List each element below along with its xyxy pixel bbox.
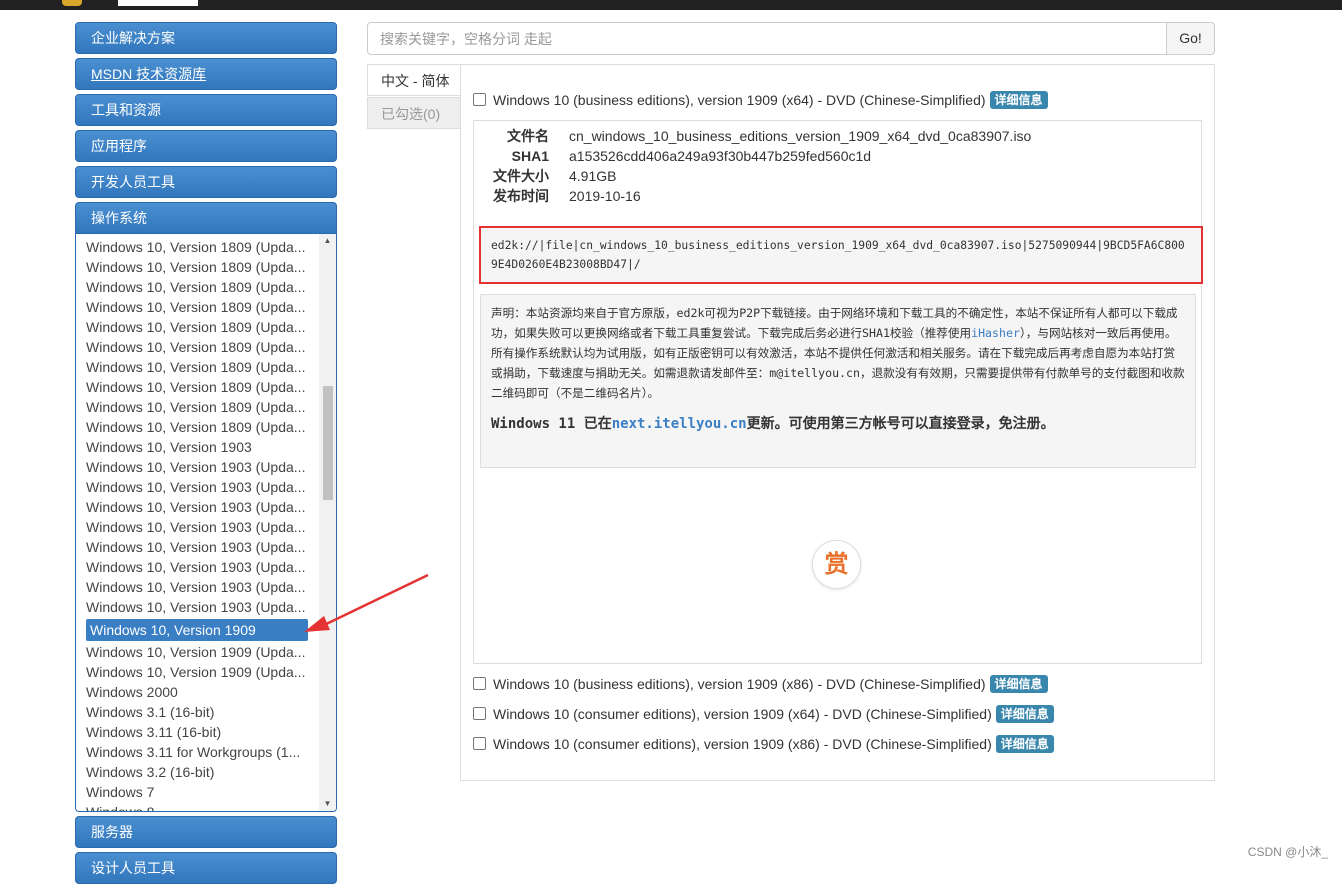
os-item[interactable]: Windows 10, Version 1903 (Upda... bbox=[76, 457, 318, 477]
menu-servers[interactable]: 服务器 bbox=[75, 816, 337, 848]
file-checkbox[interactable] bbox=[473, 707, 486, 720]
os-item[interactable]: Windows 10, Version 1809 (Upda... bbox=[76, 317, 318, 337]
menu-tools-resources[interactable]: 工具和资源 bbox=[75, 94, 337, 126]
os-item[interactable]: Windows 10, Version 1809 (Upda... bbox=[76, 417, 318, 437]
os-item[interactable]: Windows 3.11 (16-bit) bbox=[76, 722, 318, 742]
file-name[interactable]: Windows 10 (consumer editions), version … bbox=[493, 736, 992, 752]
os-item[interactable]: Windows 10, Version 1809 (Upda... bbox=[76, 397, 318, 417]
disclaimer-text: 声明：本站资源均来自于官方原版，ed2k可视为P2P下载链接。由于网络环境和下载… bbox=[491, 303, 1185, 403]
os-item[interactable]: Windows 10, Version 1903 (Upda... bbox=[76, 537, 318, 557]
details-badge-button[interactable]: 详细信息 bbox=[990, 675, 1048, 693]
os-item[interactable]: Windows 10, Version 1903 (Upda... bbox=[76, 577, 318, 597]
os-item[interactable]: Windows 10, Version 1809 (Upda... bbox=[76, 337, 318, 357]
filename-label: 文件名 bbox=[490, 126, 549, 146]
os-item[interactable]: Windows 10, Version 1903 bbox=[76, 437, 318, 457]
os-item[interactable]: Windows 3.1 (16-bit) bbox=[76, 702, 318, 722]
os-item-active[interactable]: Windows 10, Version 1909 bbox=[86, 619, 308, 641]
site-logo-text[interactable] bbox=[118, 0, 198, 6]
os-item[interactable]: Windows 10, Version 1809 (Upda... bbox=[76, 377, 318, 397]
file-row: Windows 10 (consumer editions), version … bbox=[473, 703, 1054, 725]
top-navbar bbox=[0, 0, 1342, 10]
os-item[interactable]: Windows 10, Version 1909 (Upda... bbox=[76, 662, 318, 682]
file-row: Windows 10 (business editions), version … bbox=[473, 673, 1048, 695]
os-item[interactable]: Windows 3.11 for Workgroups (1... bbox=[76, 742, 318, 762]
go-button[interactable]: Go! bbox=[1166, 22, 1215, 55]
watermark: CSDN @小沐_ bbox=[1248, 843, 1328, 860]
file-row: Windows 10 (business editions), version … bbox=[473, 89, 1048, 111]
file-checkbox[interactable] bbox=[473, 737, 486, 750]
scroll-down-icon[interactable]: ▼ bbox=[319, 797, 336, 811]
tab-selected[interactable]: 已勾选(0) bbox=[367, 97, 461, 129]
details-badge-button[interactable]: 详细信息 bbox=[996, 735, 1054, 753]
menu-msdn-library[interactable]: MSDN 技术资源库 bbox=[75, 58, 337, 90]
ed2k-link-box[interactable]: ed2k://|file|cn_windows_10_business_edit… bbox=[479, 226, 1203, 284]
sha1-value: a153526cdd406a249a93f30b447b259fed560c1d bbox=[569, 146, 871, 166]
os-item[interactable]: Windows 3.2 (16-bit) bbox=[76, 762, 318, 782]
date-value: 2019-10-16 bbox=[569, 186, 641, 206]
sidebar: 企业解决方案 MSDN 技术资源库 工具和资源 应用程序 开发人员工具 操作系统… bbox=[75, 22, 337, 888]
menu-designer-tools[interactable]: 设计人员工具 bbox=[75, 852, 337, 884]
file-name[interactable]: Windows 10 (consumer editions), version … bbox=[493, 706, 992, 722]
file-name[interactable]: Windows 10 (business editions), version … bbox=[493, 676, 986, 692]
menu-applications[interactable]: 应用程序 bbox=[75, 130, 337, 162]
menu-enterprise-solutions[interactable]: 企业解决方案 bbox=[75, 22, 337, 54]
os-item[interactable]: Windows 10, Version 1903 (Upda... bbox=[76, 477, 318, 497]
size-label: 文件大小 bbox=[490, 166, 549, 186]
next-itellyou-link[interactable]: next.itellyou.cn bbox=[612, 416, 747, 432]
scroll-up-icon[interactable]: ▲ bbox=[319, 234, 336, 248]
os-item[interactable]: Windows 10, Version 1903 (Upda... bbox=[76, 517, 318, 537]
os-item[interactable]: Windows 10, Version 1809 (Upda... bbox=[76, 277, 318, 297]
os-item[interactable]: Windows 10, Version 1909 (Upda... bbox=[76, 642, 318, 662]
scroll-thumb[interactable] bbox=[323, 386, 333, 500]
os-item[interactable]: Windows 10, Version 1903 (Upda... bbox=[76, 557, 318, 577]
details-badge-button[interactable]: 详细信息 bbox=[996, 705, 1054, 723]
ihasher-link[interactable]: iHasher bbox=[971, 326, 1020, 340]
file-checkbox[interactable] bbox=[473, 93, 486, 106]
reward-button[interactable]: 赏 bbox=[812, 540, 861, 589]
file-row: Windows 10 (consumer editions), version … bbox=[473, 733, 1054, 755]
disclaimer-notice: 声明：本站资源均来自于官方原版，ed2k可视为P2P下载链接。由于网络环境和下载… bbox=[480, 294, 1196, 468]
os-item[interactable]: Windows 2000 bbox=[76, 682, 318, 702]
menu-developer-tools[interactable]: 开发人员工具 bbox=[75, 166, 337, 198]
annotation-arrow-icon bbox=[300, 570, 435, 640]
os-item[interactable]: Windows 10, Version 1809 (Upda... bbox=[76, 257, 318, 277]
os-item[interactable]: Windows 10, Version 1903 (Upda... bbox=[76, 497, 318, 517]
os-items: Windows 10, Version 1809 (Upda...Windows… bbox=[76, 237, 320, 812]
sha1-label: SHA1 bbox=[490, 146, 549, 166]
site-logo[interactable] bbox=[62, 0, 82, 6]
os-item[interactable]: Windows 8 bbox=[76, 802, 318, 812]
windows11-announcement: Windows 11 已在next.itellyou.cn更新。可使用第三方帐号… bbox=[491, 413, 1185, 435]
details-badge-button[interactable]: 详细信息 bbox=[990, 91, 1048, 109]
file-name[interactable]: Windows 10 (business editions), version … bbox=[493, 92, 986, 108]
os-list-scrollbar[interactable]: ▲ ▼ bbox=[319, 234, 336, 811]
os-item[interactable]: Windows 10, Version 1903 (Upda... bbox=[76, 597, 318, 617]
file-metadata: 文件名 cn_windows_10_business_editions_versi… bbox=[490, 126, 1031, 206]
os-item[interactable]: Windows 7 bbox=[76, 782, 318, 802]
search-input[interactable] bbox=[367, 22, 1167, 55]
tab-chinese-simplified[interactable]: 中文 - 简体 bbox=[367, 64, 461, 96]
os-item[interactable]: Windows 10, Version 1809 (Upda... bbox=[76, 237, 318, 257]
os-item[interactable]: Windows 10, Version 1809 (Upda... bbox=[76, 357, 318, 377]
os-item[interactable]: Windows 10, Version 1809 (Upda... bbox=[76, 297, 318, 317]
filename-value: cn_windows_10_business_editions_version_… bbox=[569, 126, 1031, 146]
size-value: 4.91GB bbox=[569, 166, 616, 186]
date-label: 发布时间 bbox=[490, 186, 549, 206]
menu-operating-systems[interactable]: 操作系统 bbox=[75, 202, 337, 234]
os-list: Windows 10, Version 1809 (Upda...Windows… bbox=[75, 234, 337, 812]
file-checkbox[interactable] bbox=[473, 677, 486, 690]
